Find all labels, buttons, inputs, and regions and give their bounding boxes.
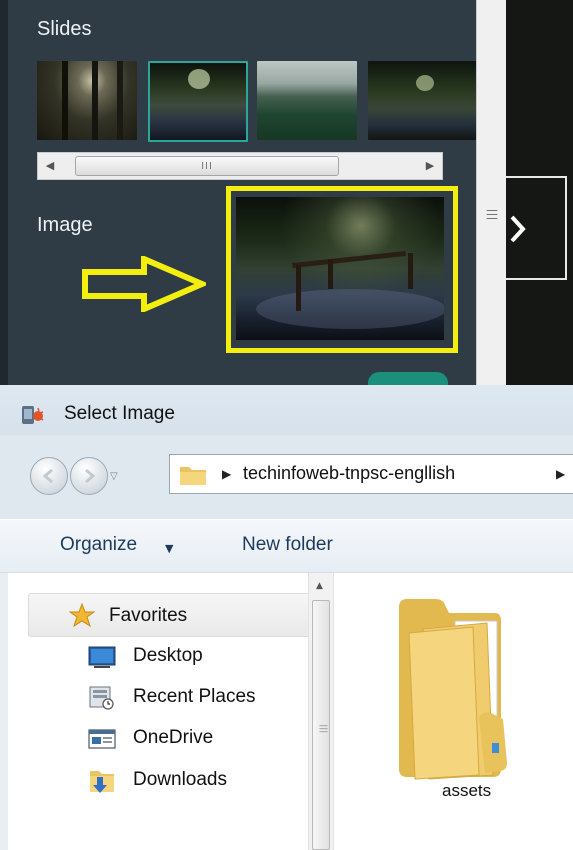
address-bar[interactable]: ▶ techinfoweb-tnpsc-engllish ▶	[169, 454, 573, 494]
next-slide-button[interactable]	[506, 176, 567, 280]
app-icon	[22, 406, 44, 424]
scrollbar-grip-icon: — — —	[319, 721, 328, 737]
preview-bench-leg	[328, 259, 333, 289]
onedrive-icon	[88, 729, 116, 749]
folder-name-label[interactable]: assets	[442, 781, 491, 801]
slide-thumbnail-2-selected[interactable]	[148, 61, 248, 142]
organize-button[interactable]: Organize	[60, 534, 137, 556]
dialog-titlebar[interactable]: Select Image	[0, 385, 573, 435]
sidebar-item-downloads[interactable]: Downloads	[88, 763, 308, 799]
breadcrumb-separator-icon[interactable]: ▶	[556, 467, 565, 481]
favorites-label: Favorites	[109, 605, 188, 626]
dialog-title: Select Image	[64, 403, 175, 424]
breadcrumb-current-folder[interactable]: techinfoweb-tnpsc-engllish	[243, 463, 455, 484]
dialog-toolbar: Organize ▼ New folder	[0, 519, 573, 573]
select-image-dialog: Select Image ▽ ▶ techinfoweb-tnpsc-engll…	[0, 385, 573, 850]
slide-thumbnail-1[interactable]	[37, 61, 137, 140]
scrollbar-thumb[interactable]: — — —	[312, 600, 330, 850]
scroll-up-arrow-icon[interactable]: ▲	[316, 581, 323, 591]
slides-horizontal-scrollbar[interactable]: ◀ III ▶	[37, 152, 443, 180]
chevron-right-icon	[510, 215, 526, 243]
sidebar-item-desktop[interactable]: Desktop	[88, 639, 308, 675]
sidebar-item-favorites[interactable]: Favorites	[28, 593, 318, 637]
downloads-icon	[90, 771, 114, 793]
slide-thumbnail-4[interactable]	[368, 61, 476, 140]
scroll-left-arrow-icon[interactable]: ◀	[38, 153, 62, 179]
sidebar-item-label: Recent Places	[133, 686, 256, 707]
vertical-splitter[interactable]: — — —	[476, 0, 506, 385]
chevron-down-icon[interactable]: ▼	[165, 542, 173, 555]
scrollbar-grip-icon: III	[201, 161, 213, 172]
dialog-left-edge	[0, 573, 8, 850]
highlight-arrow-icon	[82, 256, 206, 312]
slide-thumbnail-3[interactable]	[257, 61, 357, 140]
back-arrow-icon	[42, 468, 53, 484]
preview-bench-leg	[296, 265, 301, 311]
scroll-right-arrow-icon[interactable]: ▶	[418, 153, 442, 179]
preview-path	[256, 289, 444, 329]
dialog-content: Favorites Desktop Recent Places OneDrive…	[0, 573, 573, 850]
forward-arrow-icon	[85, 468, 96, 484]
image-section-title: Image	[37, 214, 93, 236]
new-folder-button[interactable]: New folder	[242, 534, 333, 556]
breadcrumb-separator-icon[interactable]: ▶	[222, 467, 231, 481]
recent-locations-dropdown-icon[interactable]: ▽	[110, 471, 118, 482]
back-button[interactable]	[30, 457, 68, 495]
sidebar-item-recent-places[interactable]: Recent Places	[88, 680, 308, 716]
navigation-pane: Favorites Desktop Recent Places OneDrive…	[8, 573, 318, 850]
recent-places-icon	[89, 686, 114, 710]
navigation-pane-scrollbar[interactable]: ▲ — — —	[308, 573, 334, 850]
editor-panel: Slides ◀ III ▶ Image	[0, 0, 476, 394]
folder-icon	[180, 467, 206, 485]
panel-edge	[0, 0, 8, 385]
slides-section-title: Slides	[37, 18, 92, 40]
forward-button[interactable]	[70, 457, 108, 495]
sidebar-item-label: OneDrive	[133, 727, 214, 748]
preview-bench-leg	[408, 253, 413, 289]
sidebar-item-onedrive[interactable]: OneDrive	[88, 721, 308, 757]
sidebar-item-label: Desktop	[133, 645, 203, 666]
folder-icon[interactable]	[395, 593, 520, 783]
star-icon	[69, 603, 95, 627]
preview-bench	[292, 251, 406, 268]
file-list-pane: assets	[334, 573, 573, 850]
scrollbar-thumb[interactable]: III	[75, 156, 339, 176]
desktop-icon	[88, 646, 116, 668]
address-bar-row: ▽ ▶ techinfoweb-tnpsc-engllish ▶	[0, 435, 573, 519]
sidebar-item-label: Downloads	[133, 769, 227, 790]
splitter-grip-icon: — — —	[486, 203, 498, 225]
selected-image-preview[interactable]	[236, 197, 444, 340]
